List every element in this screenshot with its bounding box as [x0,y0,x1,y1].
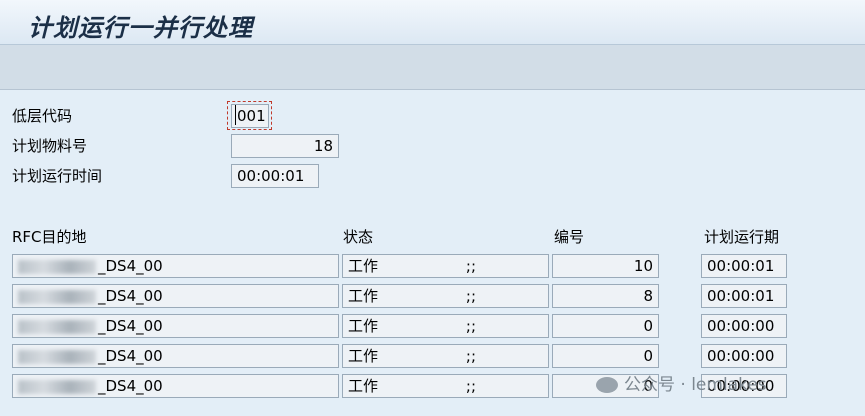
redacted-text [18,349,96,364]
focus-indicator [227,101,272,130]
status-cell[interactable]: 工作;; [342,374,549,398]
column-header-runtime: 计划运行期 [704,228,780,246]
runtime-cell[interactable]: 00:00:01 [701,284,787,308]
wechat-icon [596,377,618,393]
destination-cell[interactable]: _DS4_00 [12,254,339,278]
application-toolbar [0,45,865,90]
runtime-cell[interactable]: 00:00:00 [701,314,787,338]
number-cell[interactable]: 10 [552,254,659,278]
destination-cell[interactable]: _DS4_00 [12,374,339,398]
low-level-code-label: 低层代码 [12,107,73,125]
page-title: 计划运行一并行处理 [28,13,253,42]
status-cell[interactable]: 工作;; [342,314,549,338]
number-cell[interactable]: 8 [552,284,659,308]
redacted-text [18,259,96,274]
planned-materials-label: 计划物料号 [12,137,88,155]
planning-runtime-label: 计划运行时间 [12,167,103,185]
redacted-text [18,319,96,334]
destination-cell[interactable]: _DS4_00 [12,344,339,368]
column-header-destination: RFC目的地 [12,228,87,246]
title-bar: 计划运行一并行处理 [0,0,865,45]
redacted-text [18,289,96,304]
destination-cell[interactable]: _DS4_00 [12,314,339,338]
runtime-cell[interactable]: 00:00:00 [701,344,787,368]
status-cell[interactable]: 工作;; [342,284,549,308]
number-cell[interactable]: 0 [552,344,659,368]
status-cell[interactable]: 工作;; [342,254,549,278]
watermark: 公众号 · lemlakes [596,370,767,395]
status-cell[interactable]: 工作;; [342,344,549,368]
planning-runtime-field[interactable]: 00:00:01 [231,164,319,188]
destination-cell[interactable]: _DS4_00 [12,284,339,308]
planned-materials-field[interactable]: 18 [231,134,339,158]
runtime-cell[interactable]: 00:00:01 [701,254,787,278]
redacted-text [18,379,96,394]
number-cell[interactable]: 0 [552,314,659,338]
column-header-number: 编号 [554,228,585,246]
column-header-status: 状态 [343,228,374,246]
text-cursor [235,105,236,125]
